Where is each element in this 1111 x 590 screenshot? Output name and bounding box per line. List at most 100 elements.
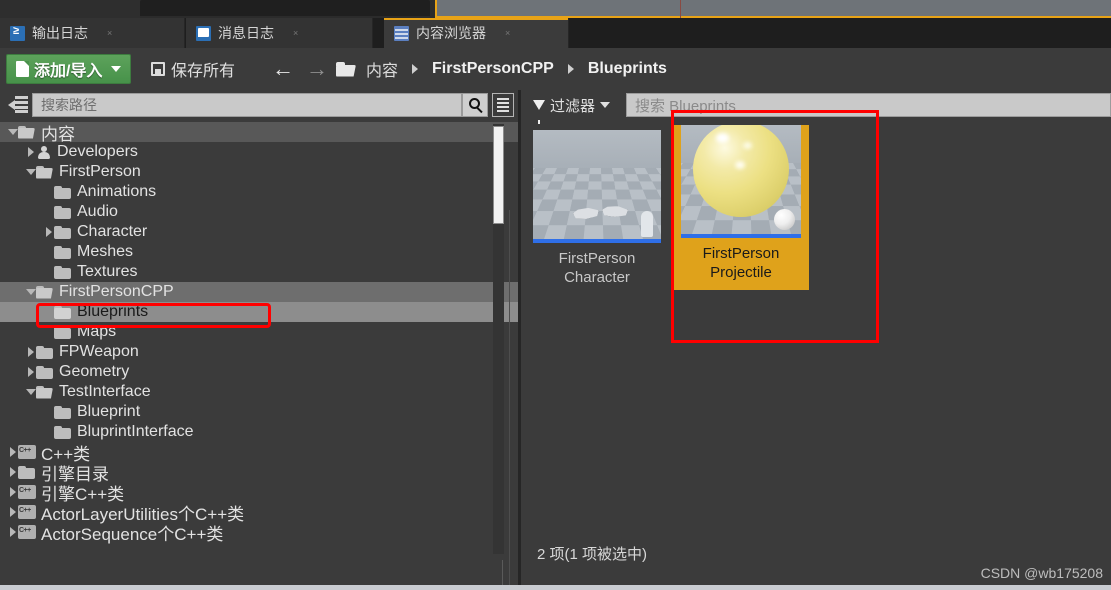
tab-label: 输出日志 bbox=[32, 25, 88, 41]
folder-icon bbox=[54, 265, 72, 279]
navigation-arrows: ← → bbox=[272, 54, 328, 84]
folder-open-icon bbox=[36, 165, 54, 179]
tree-item-blueprint[interactable]: Blueprint bbox=[0, 402, 518, 422]
asset-search-placeholder: 搜索 Blueprints bbox=[635, 97, 736, 115]
tree-item-maps[interactable]: Maps bbox=[0, 322, 518, 342]
tree-item-firstperson[interactable]: FirstPerson bbox=[0, 162, 518, 182]
chevron-down-icon bbox=[600, 102, 611, 108]
asset-label-line1: FirstPerson bbox=[558, 250, 636, 267]
cpp-class-icon bbox=[18, 505, 36, 519]
tree-item-actorsequence-c++[interactable]: ActorSequence个C++类 bbox=[0, 522, 518, 544]
tree-item-label: FirstPersonCPP bbox=[59, 283, 174, 300]
tree-item-testinterface[interactable]: TestInterface bbox=[0, 382, 518, 402]
folder-icon bbox=[36, 365, 54, 379]
tree-item-character[interactable]: Character bbox=[0, 222, 518, 242]
asset-search-input[interactable]: 搜索 Blueprints bbox=[626, 93, 1111, 117]
close-icon[interactable]: × bbox=[107, 28, 112, 38]
breadcrumb-item-blueprints[interactable]: Blueprints bbox=[586, 60, 669, 78]
path-search-input[interactable]: 搜索路径 bbox=[32, 93, 462, 117]
viewport-edge-strip bbox=[0, 0, 1111, 18]
tree-item-fpweapon[interactable]: FPWeapon bbox=[0, 342, 518, 362]
person-icon bbox=[36, 145, 52, 159]
asset-label-line1: FirstPerson bbox=[702, 245, 780, 262]
tree-item-textures[interactable]: Textures bbox=[0, 262, 518, 282]
chevron-right-icon[interactable] bbox=[26, 147, 36, 157]
list-view-icon bbox=[497, 98, 509, 112]
tree-item-label: Audio bbox=[77, 203, 118, 220]
viewport-marker-line bbox=[680, 0, 681, 18]
folder-tree[interactable]: 内容 Developers FirstPerson Animations Audio Ch… bbox=[0, 122, 518, 556]
folder-icon bbox=[54, 205, 72, 219]
chevron-right-icon[interactable] bbox=[44, 227, 54, 237]
save-icon bbox=[151, 62, 165, 76]
back-arrow-icon[interactable]: ← bbox=[272, 58, 294, 80]
chevron-right-icon[interactable] bbox=[26, 367, 36, 377]
tree-item-firstpersoncpp[interactable]: FirstPersonCPP bbox=[0, 282, 518, 302]
chevron-down-icon[interactable] bbox=[26, 387, 36, 397]
path-search-button[interactable] bbox=[462, 93, 488, 117]
tab-content-browser[interactable]: 内容浏览器 × bbox=[384, 18, 569, 48]
close-icon[interactable]: × bbox=[505, 28, 510, 38]
save-all-button[interactable]: 保存所有 bbox=[145, 54, 241, 84]
tab-output-log[interactable]: 输出日志 × bbox=[0, 18, 185, 48]
tree-item-audio[interactable]: Audio bbox=[0, 202, 518, 222]
chevron-right-icon[interactable] bbox=[8, 507, 18, 517]
asset-tile-firstperson-projectile[interactable]: FirstPerson Projectile bbox=[673, 125, 809, 290]
watermark: CSDN @wb175208 bbox=[980, 565, 1103, 581]
chevron-down-icon[interactable] bbox=[26, 287, 36, 297]
tree-item-[interactable]: 内容 bbox=[0, 122, 518, 144]
chevron-right-icon bbox=[567, 64, 574, 74]
tree-item-label: Blueprints bbox=[77, 303, 149, 320]
forward-arrow-icon[interactable]: → bbox=[306, 58, 328, 80]
tree-item-geometry[interactable]: Geometry bbox=[0, 362, 518, 382]
status-badge: 2 项(1 项被选中) bbox=[537, 546, 648, 563]
asset-label-line2: Projectile bbox=[710, 264, 772, 281]
tree-item-label: Maps bbox=[77, 323, 117, 340]
chevron-right-icon[interactable] bbox=[26, 347, 36, 357]
tree-item-blueprints[interactable]: Blueprints bbox=[0, 302, 518, 322]
tree-toggle-icon[interactable] bbox=[8, 96, 28, 113]
chevron-right-icon[interactable] bbox=[8, 447, 18, 457]
add-import-button[interactable]: 添加/导入 bbox=[6, 54, 132, 84]
tree-item-meshes[interactable]: Meshes bbox=[0, 242, 518, 262]
breadcrumb-item-content[interactable]: 内容 bbox=[364, 57, 400, 81]
asset-type-bar bbox=[681, 234, 801, 238]
character-thumbnail bbox=[533, 130, 661, 243]
tree-item-developers[interactable]: Developers bbox=[0, 142, 518, 162]
tree-item-label: Textures bbox=[77, 263, 138, 280]
breadcrumb-item-firstpersoncpp[interactable]: FirstPersonCPP bbox=[430, 60, 556, 78]
folder-icon bbox=[54, 405, 72, 419]
folder-icon bbox=[54, 305, 72, 319]
tree-scrollbar-thumb[interactable] bbox=[493, 126, 504, 224]
tab-message-log[interactable]: 消息日志 × bbox=[186, 18, 373, 48]
bottom-divider bbox=[502, 560, 503, 586]
tree-item-label: ActorSequence个C++类 bbox=[41, 524, 224, 544]
filter-button[interactable]: 过滤器 bbox=[533, 94, 611, 124]
tab-label: 内容浏览器 bbox=[416, 25, 486, 41]
chevron-down-icon[interactable] bbox=[26, 167, 36, 177]
folder-icon bbox=[54, 245, 72, 259]
tree-item-label: Developers bbox=[57, 143, 138, 160]
chevron-down-icon[interactable] bbox=[8, 127, 18, 137]
close-icon[interactable]: × bbox=[293, 28, 298, 38]
breadcrumb: 内容 FirstPersonCPP Blueprints bbox=[336, 54, 669, 84]
folder-icon bbox=[54, 185, 72, 199]
folder-icon bbox=[54, 225, 72, 239]
chevron-down-icon bbox=[111, 66, 122, 72]
chevron-right-icon[interactable] bbox=[8, 527, 18, 537]
chevron-right-icon[interactable] bbox=[8, 487, 18, 497]
asset-label: FirstPerson Character bbox=[533, 243, 661, 295]
sources-view-options-button[interactable] bbox=[492, 93, 514, 117]
chevron-right-icon[interactable] bbox=[8, 467, 18, 477]
asset-tile-firstperson-character[interactable]: FirstPerson Character bbox=[533, 130, 661, 295]
asset-label: FirstPerson Projectile bbox=[673, 238, 809, 290]
tree-item-label: Geometry bbox=[59, 363, 130, 380]
tree-item-label: BluprintInterface bbox=[77, 423, 194, 440]
tree-item-animations[interactable]: Animations bbox=[0, 182, 518, 202]
message-log-icon bbox=[196, 25, 211, 41]
tree-item-label: Blueprint bbox=[77, 403, 141, 420]
